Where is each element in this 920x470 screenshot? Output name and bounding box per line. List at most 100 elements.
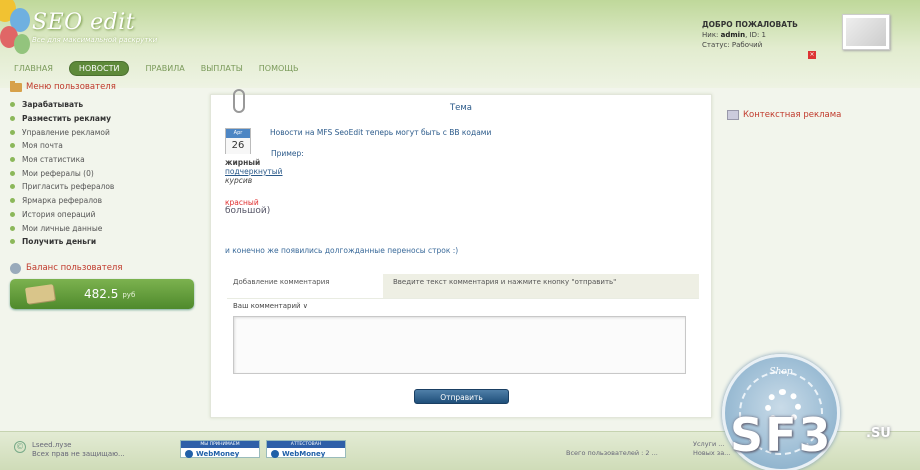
date-month: Apr: [226, 129, 250, 138]
sidebar-item[interactable]: История операций: [10, 208, 196, 222]
example-italic: курсив: [225, 176, 253, 185]
sidebar-item[interactable]: Разместить рекламу: [10, 112, 196, 126]
sidebar-item[interactable]: Управление рекламой: [10, 125, 196, 139]
comment-form-header: Добавление комментария Введите текст ком…: [227, 274, 699, 299]
welcome-user-line: Ник: admin, ID: 1: [702, 30, 798, 40]
sidebar-item-label: Мои личные данные: [22, 223, 103, 233]
wm-badge-text: WebMoney: [196, 449, 240, 458]
balance-heading: Баланс пользователя: [10, 262, 196, 274]
balance-title: Баланс пользователя: [26, 263, 123, 274]
bullet-icon: [10, 184, 15, 190]
footer-right-line-1: Услуги ...: [693, 440, 725, 448]
welcome-id: , ID: 1: [745, 31, 767, 39]
bullet-icon: [10, 198, 15, 204]
wm-badge-text: WebMoney: [282, 449, 326, 458]
sidebar-item-label: Получить деньги: [22, 237, 97, 247]
nav-news[interactable]: НОВОСТИ: [68, 61, 130, 76]
bullet-icon: [10, 143, 15, 149]
context-ads-title[interactable]: Контекстная реклама: [743, 110, 841, 120]
avatar-image: [846, 18, 886, 46]
example-underline: подчеркнутый: [225, 167, 283, 176]
sidebar-item[interactable]: Зарабатывать: [10, 98, 196, 112]
comment-label: Ваш комментарий ∨: [233, 302, 308, 310]
site-logo[interactable]: SEO edit Все для максимальной раскрутки: [32, 10, 157, 44]
watermark-tld: .SU: [866, 426, 891, 441]
menu-title: Меню пользователя: [26, 82, 116, 92]
nav-rules[interactable]: ПРАВИЛА: [145, 64, 184, 73]
news-tail-text: и конечно же появились долгожданные пере…: [225, 246, 459, 255]
footer-right-info: Услуги ... Новых за...: [693, 440, 730, 458]
wm-badge-caption: МЫ ПРИНИМАЕМ: [181, 441, 259, 448]
welcome-username[interactable]: admin: [721, 31, 745, 39]
bullet-icon: [10, 157, 15, 163]
nav-payouts[interactable]: ВЫПЛАТЫ: [201, 64, 243, 73]
seal-shop-text: Shop: [769, 367, 793, 377]
copyright-icon: ©: [14, 441, 26, 453]
sidebar-item-label: Моя почта: [22, 141, 63, 151]
bullet-icon: [10, 102, 15, 108]
sidebar-item[interactable]: Моя почта: [10, 139, 196, 153]
avatar[interactable]: [842, 14, 890, 50]
wm-badge-body: WebMoney: [267, 448, 345, 459]
sidebar-item[interactable]: Мои рефералы (0): [10, 166, 196, 180]
sidebar-item[interactable]: Получить деньги: [10, 235, 196, 249]
money-icon: [25, 283, 55, 304]
balance-icon: [10, 262, 21, 274]
comment-textarea[interactable]: [233, 316, 686, 374]
sidebar: Меню пользователя Зарабатывать Разместить…: [10, 80, 196, 309]
welcome-title: ДОБРО ПОЖАЛОВАТЬ: [702, 20, 798, 29]
sidebar-item-label: Мои рефералы (0): [22, 168, 94, 178]
example-big: большой): [225, 206, 271, 216]
logo-tagline: Все для максимальной раскрутки: [32, 36, 158, 44]
example-bold: жирный: [225, 158, 261, 167]
context-ads-heading: Контекстная реклама: [727, 110, 841, 120]
ads-icon: [727, 110, 739, 120]
folder-icon: [10, 80, 22, 92]
bullet-icon: [10, 116, 15, 122]
header: SEO edit Все для максимальной раскрутки …: [0, 0, 920, 88]
menu-list: Зарабатывать Разместить рекламу Управление…: [10, 98, 196, 249]
copyright-line-1: Lseed.лузе: [32, 441, 72, 449]
main-nav: ГЛАВНАЯ НОВОСТИ ПРАВИЛА ВЫПЛАТЫ ПОМОЩЬ: [14, 61, 299, 76]
welcome-block: ДОБРО ПОЖАЛОВАТЬ Ник: admin, ID: 1 Стату…: [702, 20, 798, 50]
webmoney-icon: [185, 449, 193, 458]
balance-amount: 482.5: [84, 286, 119, 301]
users-count: Всего пользователей : 2 ...: [566, 449, 658, 457]
nav-home[interactable]: ГЛАВНАЯ: [14, 64, 53, 73]
balance-unit: руб: [122, 291, 136, 300]
bullet-icon: [10, 239, 15, 245]
comment-form-hint: Введите текст комментария и нажмите кноп…: [383, 274, 699, 298]
sidebar-item[interactable]: Ярмарка рефералов: [10, 194, 196, 208]
logo-title: SEO edit: [32, 10, 136, 35]
news-panel: Тема Apr 26 Новости на MFS SeoEdit тепер…: [210, 89, 712, 418]
sidebar-item[interactable]: Моя статистика: [10, 153, 196, 167]
comment-form-label: Добавление комментария: [227, 274, 383, 298]
welcome-user-prefix: Ник:: [702, 31, 719, 39]
menu-heading: Меню пользователя: [10, 80, 196, 92]
webmoney-attested-badge[interactable]: АТТЕСТОВАН WebMoney: [266, 440, 346, 458]
sidebar-item-label: Ярмарка рефералов: [22, 196, 103, 206]
bullet-icon: [10, 211, 15, 217]
welcome-status: Статус: Рабочий: [702, 41, 763, 49]
example-label: Пример:: [271, 149, 304, 158]
sidebar-item-label: Зарабатывать: [22, 100, 84, 110]
sidebar-item-label: Моя статистика: [22, 155, 85, 165]
sidebar-item-label: Пригласить рефералов: [22, 182, 115, 192]
footer-right-line-2: Новых за...: [693, 449, 731, 457]
logout-icon[interactable]: ×: [808, 51, 816, 59]
comment-form: Добавление комментария Введите текст ком…: [227, 274, 699, 374]
copyright-line-2: Всех прав не защищаю...: [32, 450, 125, 458]
webmoney-accept-badge[interactable]: МЫ ПРИНИМАЕМ WebMoney: [180, 440, 260, 458]
sidebar-item-label: Разместить рекламу: [22, 114, 112, 124]
news-body: Пример: жирный подчеркнутый курсив красн…: [225, 149, 304, 216]
bullet-icon: [10, 129, 15, 135]
bullet-icon: [10, 170, 15, 176]
copyright-text: Lseed.лузе Всех прав не защищаю...: [32, 441, 125, 459]
sidebar-item-label: Управление рекламой: [22, 127, 110, 137]
nav-help[interactable]: ПОМОЩЬ: [259, 64, 299, 73]
bullet-icon: [10, 225, 15, 231]
sidebar-item[interactable]: Пригласить рефералов: [10, 180, 196, 194]
send-button[interactable]: Отправить: [414, 389, 509, 404]
sidebar-item[interactable]: Мои личные данные: [10, 221, 196, 235]
sidebar-item-label: История операций: [22, 209, 96, 219]
